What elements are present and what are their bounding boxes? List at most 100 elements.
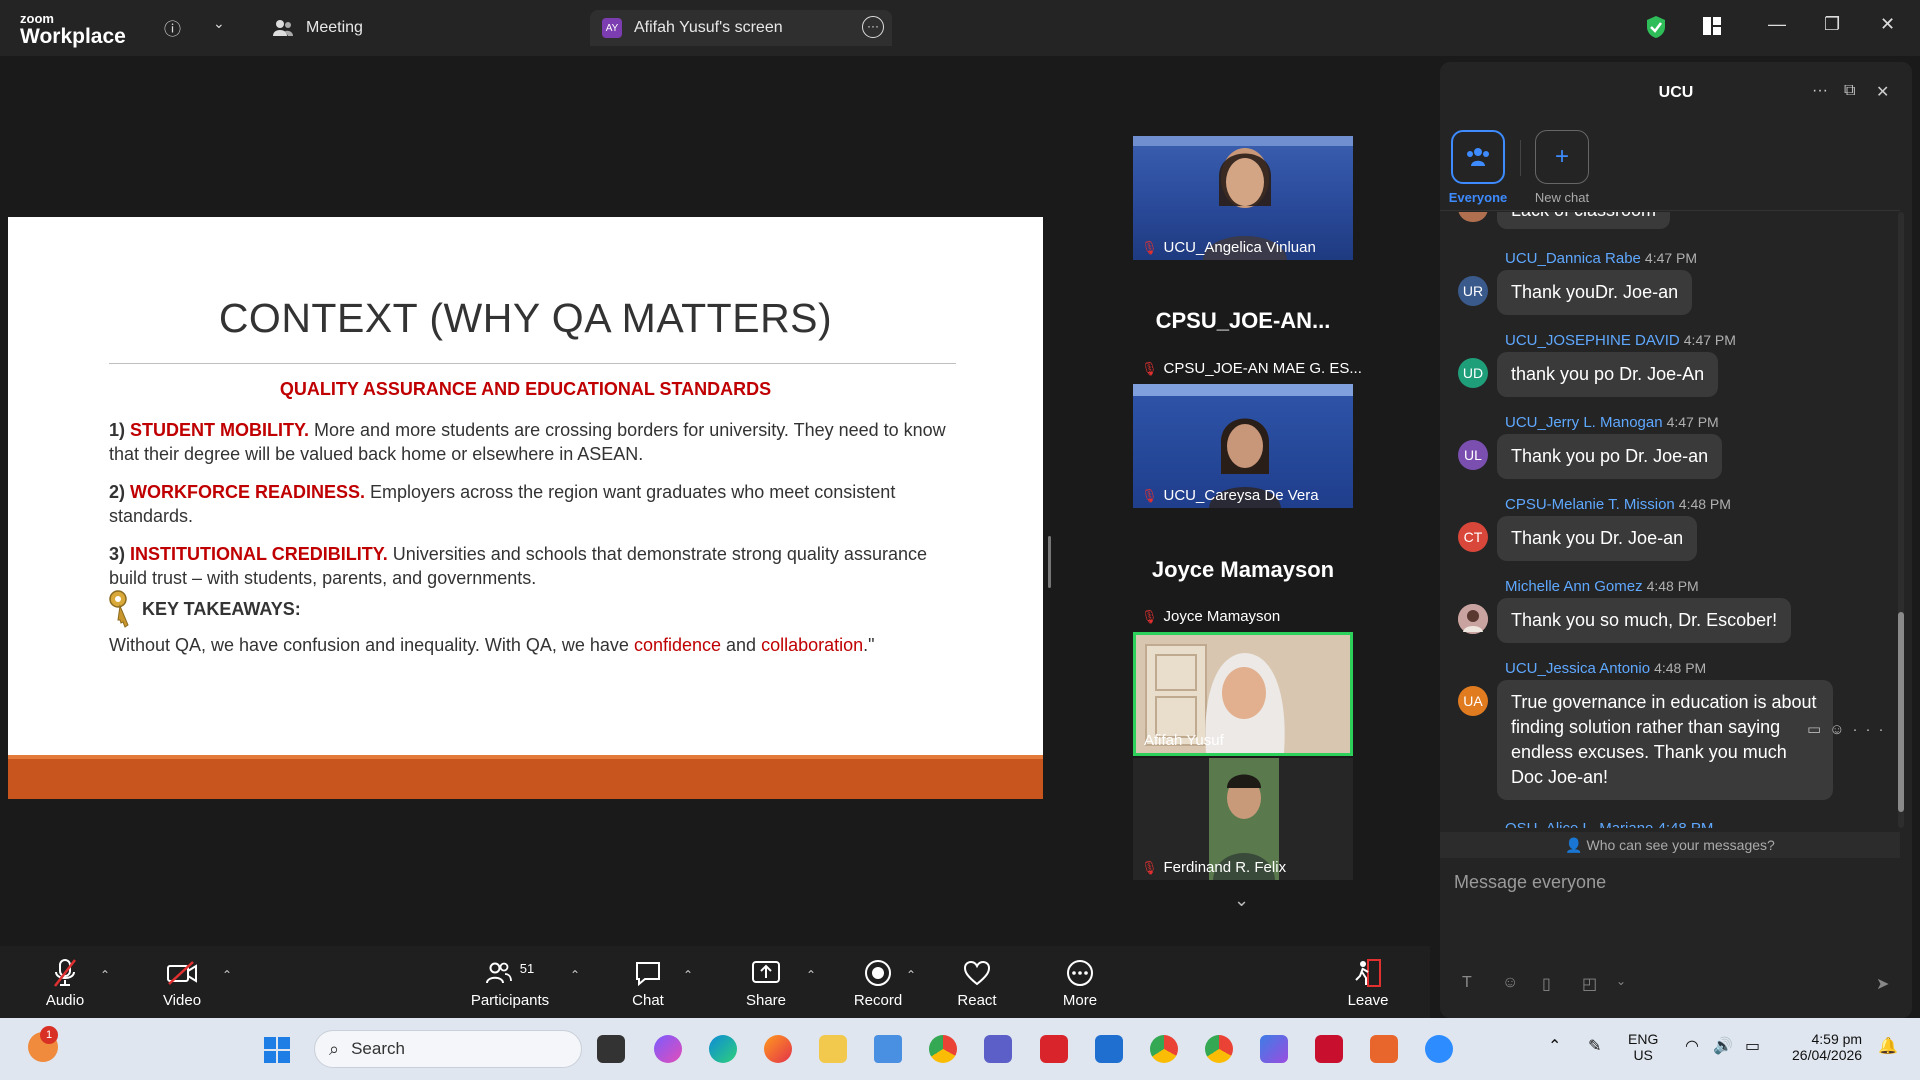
chat-message-text: Thank you so much, Dr. Escober! bbox=[1497, 598, 1792, 643]
point-number: 3) bbox=[109, 544, 126, 564]
sender-name[interactable]: UCU_Jessica Antonio bbox=[1505, 660, 1650, 677]
screenshot-icon[interactable]: ◰ bbox=[1582, 974, 1597, 994]
zoom-icon[interactable] bbox=[1425, 1035, 1453, 1063]
video-options-caret-icon[interactable]: ⌃ bbox=[222, 968, 232, 982]
file-icon[interactable]: ▯ bbox=[1542, 974, 1551, 994]
more-options-icon[interactable]: ··· bbox=[862, 16, 884, 38]
copilot-icon[interactable] bbox=[654, 1035, 682, 1063]
audio-options-caret-icon[interactable]: ⌃ bbox=[100, 968, 110, 982]
language-indicator[interactable]: ENG US bbox=[1628, 1031, 1658, 1063]
close-icon[interactable]: ✕ bbox=[1876, 82, 1889, 102]
scroll-down-chevron-icon[interactable]: ⌄ bbox=[1234, 890, 1249, 911]
message-input[interactable]: Message everyone bbox=[1454, 872, 1606, 893]
avatar[interactable] bbox=[1458, 604, 1488, 634]
record-button[interactable]: Record bbox=[852, 958, 904, 1009]
video-tile-ferdinand[interactable]: 🎙 Ferdinand R. Felix bbox=[1133, 758, 1353, 880]
share-caret-icon[interactable]: ⌃ bbox=[806, 968, 816, 982]
audio-button[interactable]: Audio bbox=[42, 958, 88, 1009]
participants-caret-icon[interactable]: ⌃ bbox=[570, 968, 580, 982]
chat-scrollbar-thumb[interactable] bbox=[1898, 612, 1904, 812]
who-can-see-link[interactable]: 👤 Who can see your messages? bbox=[1440, 832, 1900, 858]
message-sender: UCU_Dannica Rabe 4:47 PM bbox=[1505, 250, 1697, 267]
tab-screen-share[interactable]: AY Afifah Yusuf's screen ··· bbox=[590, 10, 892, 46]
leave-button[interactable]: Leave bbox=[1346, 958, 1390, 1009]
battery-icon[interactable]: ▭ bbox=[1745, 1036, 1760, 1056]
record-icon bbox=[865, 960, 891, 986]
clock-time: 4:59 pm bbox=[1811, 1031, 1863, 1047]
video-tile-angelica[interactable]: 🎙 UCU_Angelica Vinluan bbox=[1133, 136, 1353, 260]
active-speaker-label: CPSU_JOE-AN... bbox=[1155, 308, 1331, 333]
avatar[interactable]: CT bbox=[1458, 522, 1488, 552]
sender-name[interactable]: UCU_Jerry L. Manogan bbox=[1505, 414, 1663, 431]
edge-icon[interactable] bbox=[709, 1035, 737, 1063]
snipping-tool-icon[interactable] bbox=[874, 1035, 902, 1063]
point-heading: INSTITUTIONAL CREDIBILITY. bbox=[130, 544, 388, 564]
file-explorer-icon[interactable] bbox=[819, 1035, 847, 1063]
sender-name[interactable]: Michelle Ann Gomez bbox=[1505, 578, 1643, 595]
shield-icon[interactable] bbox=[1645, 15, 1667, 39]
wps-icon[interactable] bbox=[1040, 1035, 1068, 1063]
new-chat-button[interactable]: + bbox=[1535, 130, 1589, 184]
chevron-down-icon[interactable]: ⌄ bbox=[1616, 974, 1626, 988]
task-view-icon[interactable] bbox=[597, 1035, 625, 1063]
tab-meeting[interactable]: Meeting bbox=[272, 10, 363, 46]
sender-name[interactable]: UCU_JOSEPHINE DAVID bbox=[1505, 332, 1680, 349]
close-icon[interactable]: ✕ bbox=[1880, 14, 1895, 35]
chrome-icon[interactable] bbox=[929, 1035, 957, 1063]
taskbar-search[interactable]: ⌕ Search bbox=[314, 1030, 582, 1068]
minimize-icon[interactable]: — bbox=[1768, 14, 1786, 35]
video-tile-careysa[interactable]: 🎙 UCU_Careysa De Vera bbox=[1133, 384, 1353, 508]
volume-icon[interactable]: 🔊 bbox=[1713, 1036, 1733, 1056]
reply-icon[interactable]: ▭ bbox=[1807, 721, 1829, 738]
chat-more-icon[interactable]: ··· bbox=[1812, 82, 1828, 100]
pen-icon[interactable]: ✎ bbox=[1588, 1036, 1601, 1056]
clock[interactable]: 4:59 pm 26/04/2026 bbox=[1792, 1031, 1862, 1063]
share-button[interactable]: Share bbox=[744, 958, 788, 1009]
everyone-label: Everyone bbox=[1448, 190, 1508, 205]
participant-name: 🎙 UCU_Angelica Vinluan bbox=[1141, 239, 1316, 256]
chat-message-list[interactable]: Lack of classroom UCU_Dannica Rabe4:47 P… bbox=[1440, 212, 1900, 828]
restore-icon[interactable]: ❐ bbox=[1824, 14, 1840, 35]
chevron-up-icon[interactable]: ⌃ bbox=[1548, 1036, 1561, 1056]
people-icon bbox=[273, 20, 293, 36]
firefox-icon[interactable] bbox=[764, 1035, 792, 1063]
teams-icon[interactable] bbox=[984, 1035, 1012, 1063]
resize-handle[interactable] bbox=[1048, 536, 1051, 588]
sender-name[interactable]: CPSU-Melanie T. Mission bbox=[1505, 496, 1675, 513]
popout-icon[interactable]: ⧉ bbox=[1844, 82, 1855, 100]
chrome-profile-icon[interactable] bbox=[1150, 1035, 1178, 1063]
acrobat-icon[interactable] bbox=[1315, 1035, 1343, 1063]
avatar[interactable]: UD bbox=[1458, 358, 1488, 388]
store-icon[interactable] bbox=[1095, 1035, 1123, 1063]
participants-button[interactable]: 51 Participants bbox=[470, 958, 550, 1010]
info-icon[interactable]: ⓘ bbox=[164, 15, 181, 40]
everyone-button[interactable] bbox=[1451, 130, 1505, 184]
wifi-icon[interactable]: ◠ bbox=[1685, 1036, 1699, 1056]
windows-start-icon[interactable] bbox=[263, 1036, 291, 1064]
chrome-profile-icon[interactable] bbox=[1205, 1035, 1233, 1063]
message-actions[interactable]: ▭☺··· bbox=[1807, 720, 1892, 738]
chevron-down-icon[interactable]: ⌄ bbox=[213, 15, 225, 32]
react-button[interactable]: React bbox=[956, 958, 998, 1009]
point-number: 1) bbox=[109, 420, 126, 440]
send-icon[interactable]: ➤ bbox=[1876, 974, 1889, 994]
more-icon[interactable]: ··· bbox=[1853, 721, 1892, 738]
powerpoint-icon[interactable] bbox=[1370, 1035, 1398, 1063]
avatar[interactable]: UA bbox=[1458, 686, 1488, 716]
emoji-icon[interactable]: ☺ bbox=[1502, 974, 1518, 992]
avatar[interactable]: UR bbox=[1458, 276, 1488, 306]
sender-name[interactable]: UCU_Dannica Rabe bbox=[1505, 250, 1641, 267]
emoji-icon[interactable]: ☺ bbox=[1829, 721, 1852, 738]
slide-subtitle: QUALITY ASSURANCE AND EDUCATIONAL STANDA… bbox=[279, 379, 772, 399]
video-tile-afifah[interactable]: Afifah Yusuf bbox=[1133, 632, 1353, 756]
more-button[interactable]: More bbox=[1060, 958, 1100, 1009]
photos-icon[interactable] bbox=[1260, 1035, 1288, 1063]
chat-caret-icon[interactable]: ⌃ bbox=[683, 968, 693, 982]
layout-icon[interactable] bbox=[1702, 16, 1722, 36]
video-button[interactable]: Video bbox=[158, 958, 206, 1009]
avatar[interactable]: UL bbox=[1458, 440, 1488, 470]
text-format-icon[interactable]: T bbox=[1462, 974, 1472, 992]
notifications-icon[interactable]: 🔔 bbox=[1878, 1036, 1898, 1056]
record-caret-icon[interactable]: ⌃ bbox=[906, 968, 916, 982]
chat-button[interactable]: Chat bbox=[628, 958, 668, 1009]
